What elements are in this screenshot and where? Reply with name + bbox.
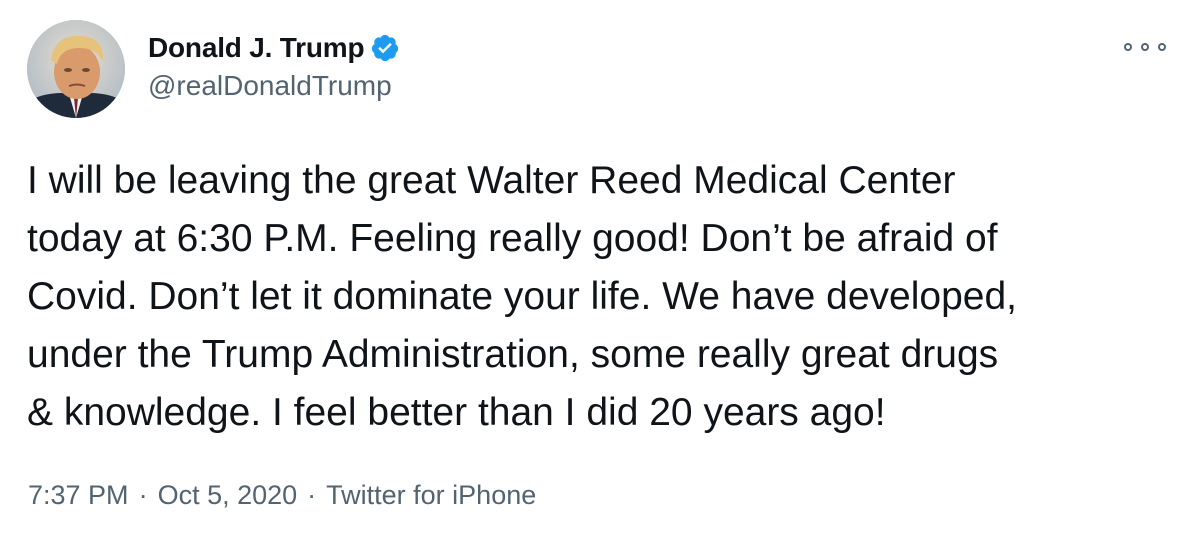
tweet-meta: 7:37 PM · Oct 5, 2020 · Twitter for iPho… <box>28 480 536 511</box>
tweet-text-line: today at 6:30 P.M. Feeling really good! … <box>27 217 998 260</box>
more-dot <box>1158 43 1166 51</box>
verified-badge-icon <box>370 33 400 63</box>
more-dot <box>1141 43 1149 51</box>
more-options-icon[interactable] <box>1124 36 1166 58</box>
meta-separator: · <box>138 480 148 510</box>
author-handle[interactable]: @realDonaldTrump <box>148 70 392 102</box>
tweet-text-line: I will be leaving the great Walter Reed … <box>27 159 956 202</box>
meta-separator: · <box>307 480 317 510</box>
tweet-card: Donald J. Trump @realDonaldTrump I will … <box>0 0 1194 542</box>
avatar-image <box>27 20 125 118</box>
avatar[interactable] <box>27 20 125 118</box>
tweet-text-line: under the Trump Administration, some rea… <box>27 333 999 376</box>
tweet-date[interactable]: Oct 5, 2020 <box>158 480 298 511</box>
author-name-row[interactable]: Donald J. Trump <box>148 30 400 66</box>
tweet-text-line: Covid. Don’t let it dominate your life. … <box>27 275 1017 318</box>
tweet-time[interactable]: 7:37 PM <box>28 480 129 511</box>
tweet-source[interactable]: Twitter for iPhone <box>326 480 536 511</box>
tweet-text: I will be leaving the great Walter Reed … <box>27 152 1167 442</box>
tweet-text-line: & knowledge. I feel better than I did 20… <box>27 391 886 434</box>
more-dot <box>1124 43 1132 51</box>
author-display-name[interactable]: Donald J. Trump <box>148 32 365 64</box>
